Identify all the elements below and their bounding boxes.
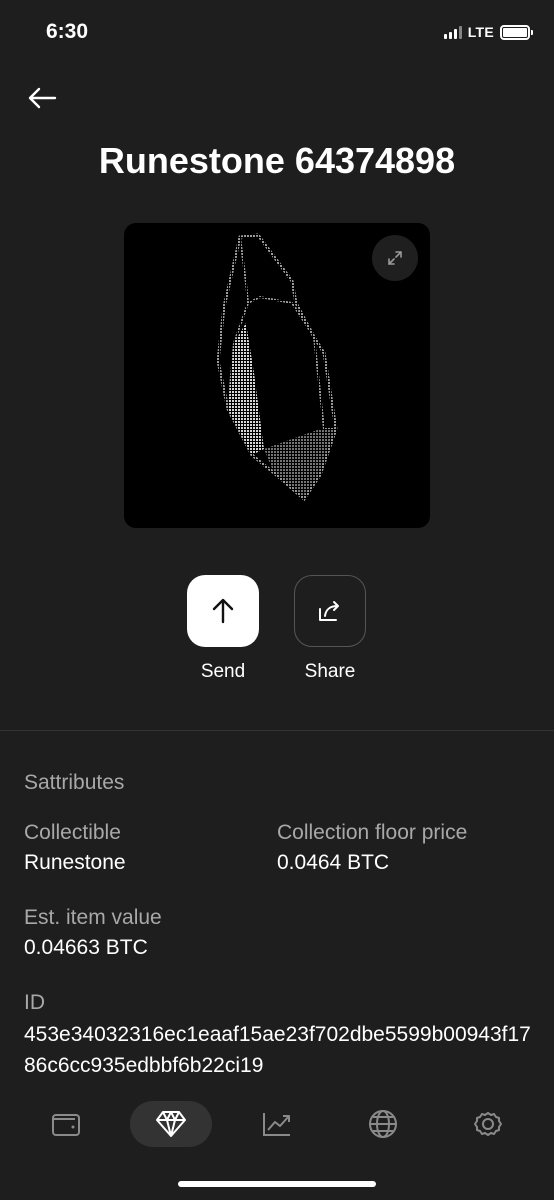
chart-icon (263, 1113, 290, 1136)
share-icon (319, 601, 339, 621)
bottom-nav (0, 1095, 554, 1155)
section-title: Sattributes (24, 771, 125, 794)
home-indicator[interactable] (178, 1181, 376, 1187)
globe-icon (369, 1110, 397, 1138)
wallet-icon (52, 1114, 80, 1136)
send-button[interactable] (187, 575, 259, 647)
floor-price-label: Collection floor price (277, 821, 468, 844)
battery-icon (500, 24, 533, 40)
network-label: LTE (467, 24, 494, 40)
id-value: 453e34032316ec1eaaf15ae23f702dbe5599b009… (24, 1023, 531, 1077)
nav-explore[interactable] (342, 1101, 424, 1147)
est-value-field: Est. item value 0.04663 BTC (24, 905, 162, 962)
est-value-label: Est. item value (24, 906, 162, 929)
expand-button[interactable] (372, 235, 418, 281)
collectible-label: Collectible (24, 821, 121, 844)
status-time: 6:30 (46, 20, 89, 43)
share-action[interactable]: Share (294, 575, 366, 683)
status-indicators: LTE (443, 24, 533, 40)
diamond-icon (156, 1111, 186, 1137)
collectible-field: Collectible Runestone (24, 820, 126, 877)
share-label: Share (304, 661, 356, 682)
status-bar: 6:30 LTE (0, 0, 554, 66)
gear-icon (474, 1112, 502, 1136)
id-field: ID 453e34032316ec1eaaf15ae23f702dbe5599b… (24, 990, 534, 1081)
id-label: ID (24, 991, 45, 1014)
arrow-up-icon (212, 598, 234, 624)
collectible-value: Runestone (24, 851, 126, 874)
back-button[interactable] (22, 78, 62, 118)
signal-icon (443, 25, 462, 39)
share-button[interactable] (294, 575, 366, 647)
nav-settings[interactable] (447, 1101, 529, 1147)
send-label: Send (200, 661, 246, 682)
nav-collectibles[interactable] (130, 1101, 212, 1147)
est-value-value: 0.04663 BTC (24, 936, 148, 959)
send-action[interactable]: Send (187, 575, 259, 683)
screen: 6:30 LTE Runestone 64374898 Send Share S… (0, 0, 554, 1200)
arrow-left-icon (28, 87, 57, 109)
nav-chart[interactable] (236, 1101, 318, 1147)
expand-icon (388, 251, 402, 265)
floor-price-field: Collection floor price 0.0464 BTC (277, 820, 467, 877)
nav-wallet[interactable] (25, 1101, 107, 1147)
nft-image[interactable] (124, 223, 430, 528)
floor-price-value: 0.0464 BTC (277, 851, 390, 874)
page-title: Runestone 64374898 (98, 140, 456, 181)
divider (0, 730, 554, 731)
